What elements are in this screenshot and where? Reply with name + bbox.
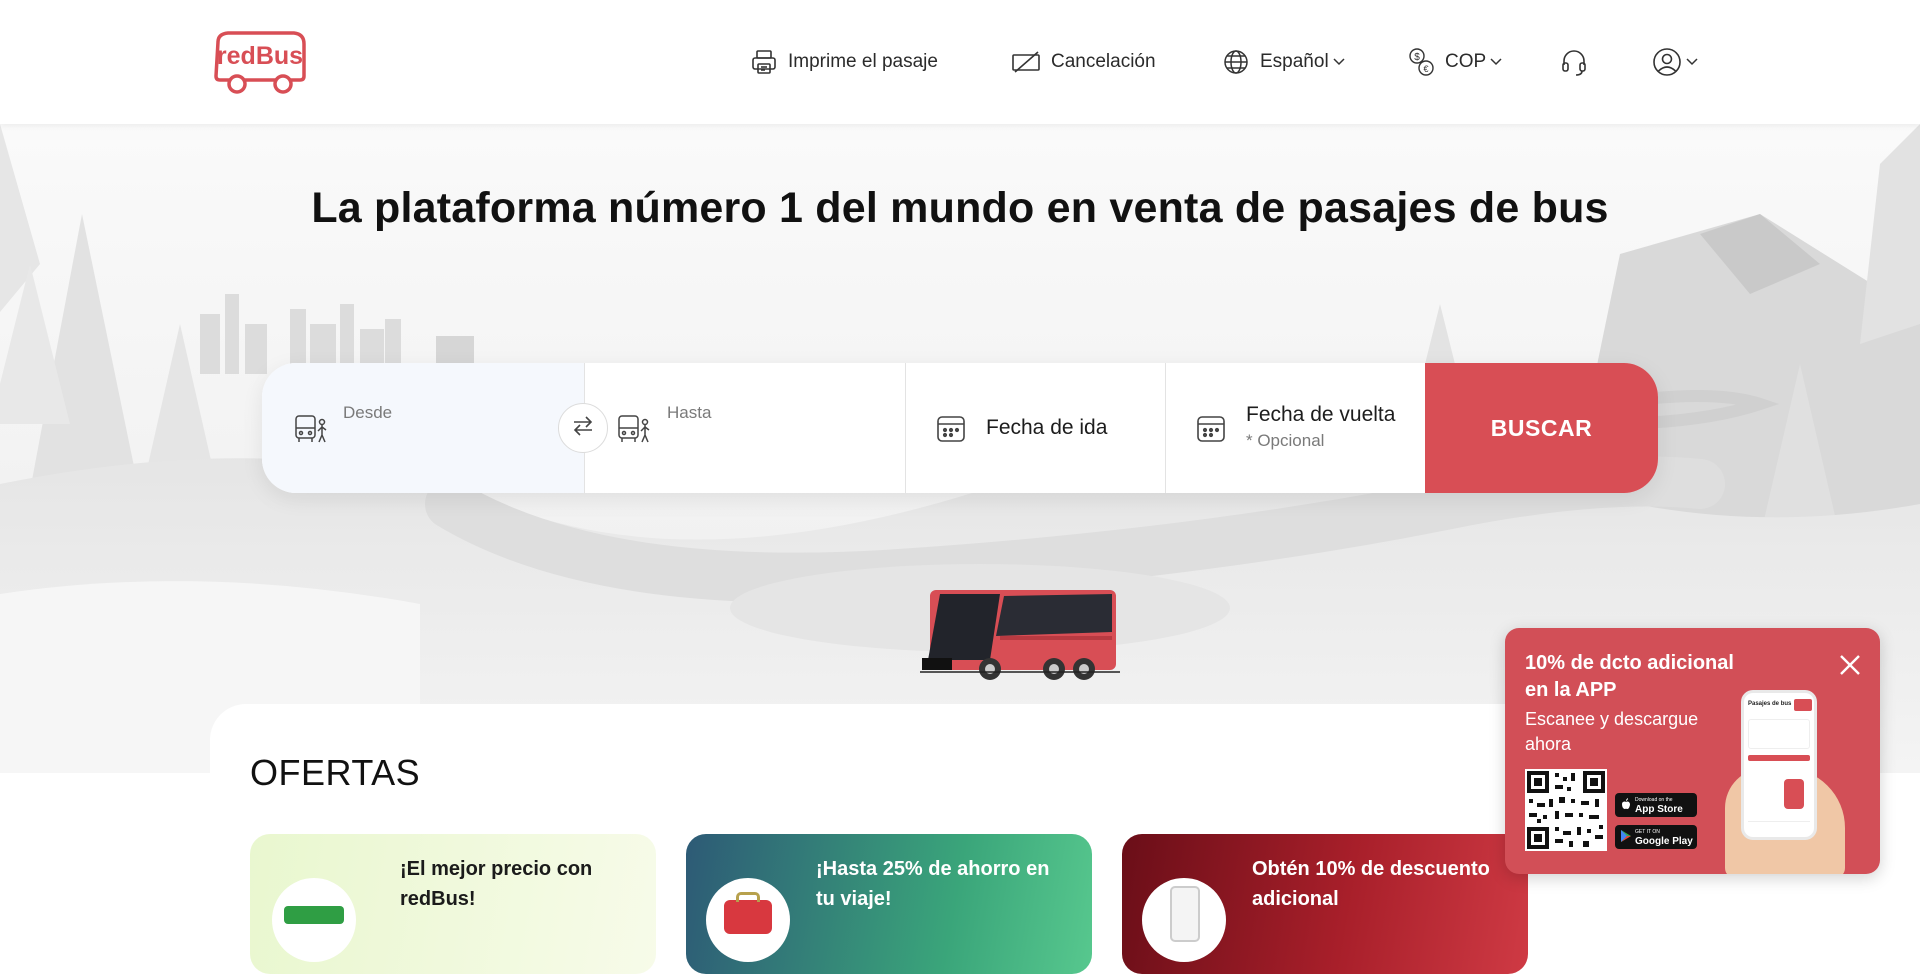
departure-date-field[interactable]: Fecha de ida [905, 363, 1165, 493]
headset-icon [1560, 47, 1588, 77]
print-ticket-label: Imprime el pasaje [788, 51, 938, 72]
printer-icon [750, 48, 778, 76]
app-promo-popup: 10% de dcto adicional en la APP Escanee … [1505, 628, 1880, 874]
svg-text:$: $ [1414, 52, 1420, 63]
to-field[interactable]: Hasta [584, 363, 905, 493]
return-date-field[interactable]: Fecha de vuelta * Opcional [1165, 363, 1425, 493]
google-play-button[interactable]: GET IT ON Google Play [1615, 825, 1697, 849]
offer-card[interactable]: Obtén 10% de descuento adicional [1122, 834, 1528, 974]
offer-text: ¡El mejor precio con redBus! [400, 858, 593, 910]
cancel-link[interactable]: Cancelación [1011, 42, 1156, 82]
google-play-label: Google Play [1635, 836, 1693, 847]
svg-text:€: € [1423, 64, 1428, 74]
promo-subtitle: Escanee y descargue ahora [1525, 709, 1699, 754]
phone-screen-title: Pasajes de bus [1748, 701, 1792, 707]
currency-exchange-icon: $ € [1407, 47, 1435, 77]
calendar-icon [1196, 413, 1226, 448]
from-placeholder: Desde [343, 403, 393, 422]
account-menu[interactable] [1652, 42, 1698, 82]
departure-date-label: Fecha de ida [986, 416, 1108, 439]
globe-icon [1222, 48, 1250, 76]
offer-card[interactable]: ¡Hasta 25% de ahorro en tu viaje! [686, 834, 1092, 974]
return-optional-hint: * Opcional [1246, 431, 1325, 450]
search-button[interactable]: BUSCAR [1425, 363, 1658, 493]
language-label: Español [1260, 51, 1329, 72]
to-placeholder: Hasta [667, 403, 712, 422]
bus-stop-icon [294, 411, 328, 450]
luggage-icon [706, 878, 790, 962]
cancel-ticket-icon [1011, 50, 1041, 74]
phone-app-icon [1142, 878, 1226, 962]
return-date-label: Fecha de vuelta [1246, 403, 1396, 426]
calendar-icon [936, 413, 966, 448]
bus-stop-icon [617, 411, 651, 450]
redbus-logo[interactable]: redBus [212, 30, 308, 94]
qr-code [1525, 769, 1607, 851]
bus-search-form: Desde Hasta Fecha de ida Fecha de vuelta… [262, 363, 1658, 493]
swap-cities-button[interactable] [558, 403, 608, 453]
phone-mockup: Pasajes de bus [1741, 690, 1817, 840]
from-field[interactable]: Desde [262, 363, 584, 493]
user-avatar-icon [1652, 47, 1682, 77]
close-icon[interactable] [1835, 650, 1865, 680]
help-support-button[interactable] [1560, 42, 1588, 82]
apple-icon [1621, 797, 1631, 813]
swap-arrows-icon [571, 415, 595, 442]
chevron-down-icon [1490, 58, 1502, 66]
app-store-label: App Store [1635, 804, 1683, 815]
offer-text: ¡Hasta 25% de ahorro en tu viaje! [816, 858, 1050, 910]
language-selector[interactable]: Español [1222, 42, 1345, 82]
google-play-icon [1621, 829, 1631, 845]
hero-title: La plataforma número 1 del mundo en vent… [311, 184, 1609, 232]
promo-title: 10% de dcto adicional en la APP [1525, 652, 1734, 701]
svg-text:redBus: redBus [217, 42, 303, 70]
chevron-down-icon [1686, 58, 1698, 66]
app-store-button[interactable]: Download on the App Store [1615, 793, 1697, 817]
currency-label: COP [1445, 51, 1487, 72]
offers-title: OFERTAS [250, 752, 421, 793]
top-header: redBus Imprime el pasaje Cancelación Esp… [0, 0, 1920, 124]
offer-card[interactable]: ¡El mejor precio con redBus! [250, 834, 656, 974]
cancel-label: Cancelación [1051, 51, 1156, 72]
offers-section: OFERTAS ¡El mejor precio con redBus! ¡Ha… [210, 704, 1710, 974]
offer-image [272, 878, 356, 962]
chevron-down-icon [1333, 58, 1345, 66]
currency-selector[interactable]: $ € COP [1407, 42, 1502, 82]
offer-text: Obtén 10% de descuento adicional [1252, 858, 1490, 910]
print-ticket-link[interactable]: Imprime el pasaje [750, 42, 938, 82]
